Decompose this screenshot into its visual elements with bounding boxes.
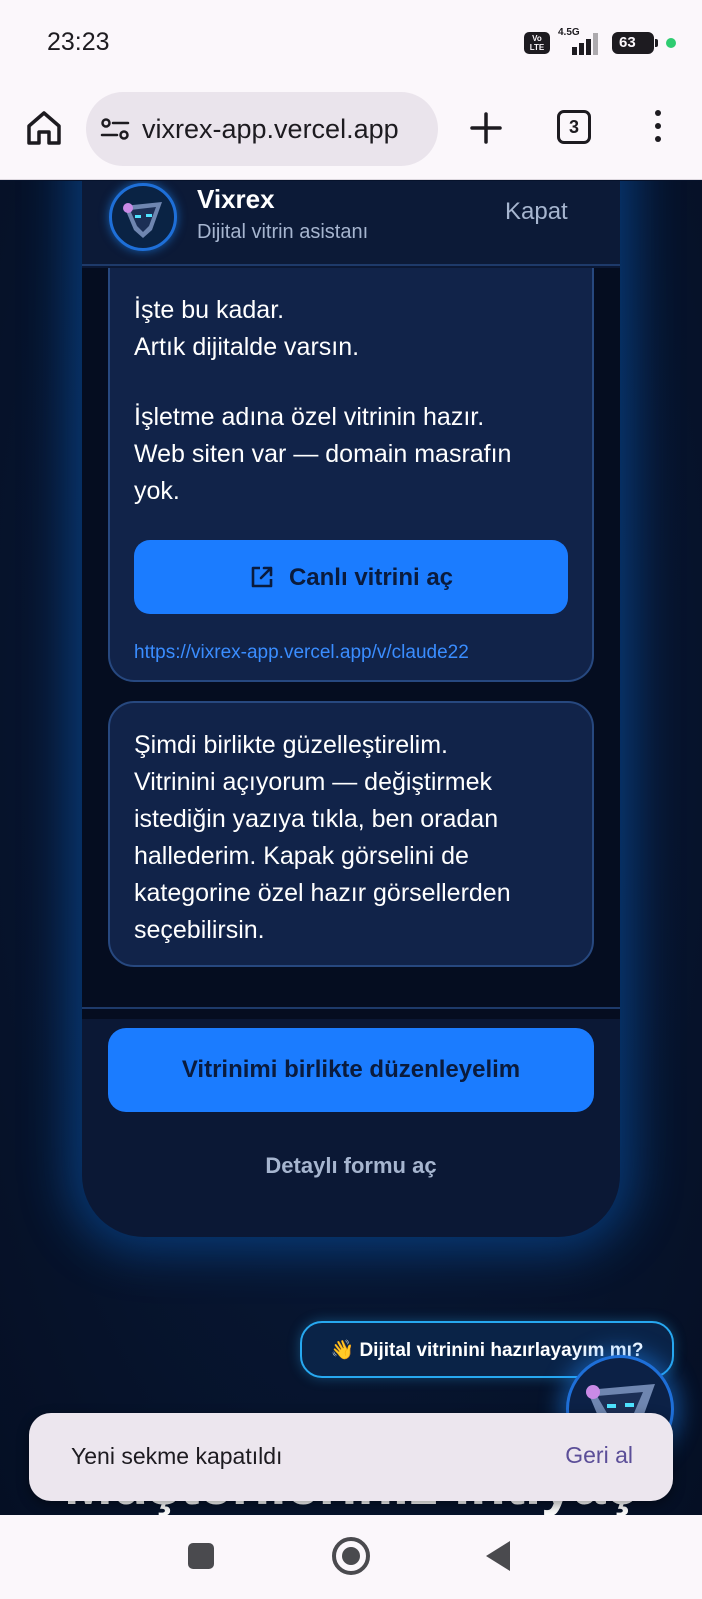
message-text: hallederim. Kapak görselini de xyxy=(134,842,469,870)
status-bar: 23:23 Vo LTE 4.5G 63 xyxy=(0,0,702,84)
close-button[interactable]: Kapat xyxy=(505,198,568,226)
message-text: istediğin yazıya tıkla, ben oradan xyxy=(134,805,499,833)
storefront-link[interactable]: https://vixrex-app.vercel.app/v/claude22 xyxy=(134,634,469,671)
status-indicators: Vo LTE 4.5G 63 xyxy=(524,27,676,58)
snackbar-message: Yeni sekme kapatıldı xyxy=(71,1443,283,1469)
message-text: yok. xyxy=(134,477,180,505)
message-text: Artık dijitalde varsın. xyxy=(134,333,360,361)
battery-icon: 63 xyxy=(612,32,658,54)
network-type: 4.5G xyxy=(558,27,580,38)
message-text: kategorine özel hazır görsellerden xyxy=(134,879,511,907)
open-detailed-form-link[interactable]: Detaylı formu aç xyxy=(82,1153,620,1179)
volte-icon: Vo LTE xyxy=(524,32,550,54)
bot-subtitle: Dijital vitrin asistanı xyxy=(197,221,369,243)
message-list: İşte bu kadar. Artık dijitalde varsın. İ… xyxy=(82,268,620,1019)
external-link-icon xyxy=(251,566,273,588)
web-content: Vixrex Dijital vitrin asistanı Kapat İşt… xyxy=(0,181,702,1515)
bot-avatar xyxy=(109,183,177,251)
divider xyxy=(82,1007,620,1009)
url-text[interactable]: vixrex-app.vercel.app xyxy=(142,114,399,145)
site-settings-icon[interactable] xyxy=(100,114,130,144)
signal-icon: 4.5G xyxy=(558,27,604,57)
browser-toolbar: vixrex-app.vercel.app 3 xyxy=(0,84,702,180)
snackbar: Yeni sekme kapatıldı Geri al xyxy=(29,1413,673,1501)
robot-icon xyxy=(123,202,162,238)
home-icon[interactable] xyxy=(24,108,64,148)
undo-button[interactable]: Geri al xyxy=(565,1442,633,1469)
chat-panel: Vixrex Dijital vitrin asistanı Kapat İşt… xyxy=(82,181,620,1237)
message-text: Vitrinini açıyorum — değiştirmek xyxy=(134,768,492,796)
more-menu-icon[interactable] xyxy=(644,106,672,150)
message-text: Web siten var — domain masrafın xyxy=(134,440,512,468)
chat-header: Vixrex Dijital vitrin asistanı Kapat xyxy=(82,181,620,266)
bot-name: Vixrex xyxy=(197,184,275,214)
open-live-storefront-button[interactable]: Canlı vitrini aç xyxy=(134,540,568,614)
message-text: İşletme adına özel vitrinin hazır. xyxy=(134,403,485,431)
recents-icon[interactable] xyxy=(188,1543,214,1569)
tab-switcher-button[interactable]: 3 xyxy=(557,110,591,144)
edit-together-button[interactable]: Vitrinimi birlikte düzenleyelim xyxy=(108,1028,594,1112)
home-button-icon[interactable] xyxy=(332,1537,370,1575)
bot-message: İşte bu kadar. Artık dijitalde varsın. İ… xyxy=(108,268,594,682)
battery-level: 63 xyxy=(619,34,636,51)
message-text: İşte bu kadar. xyxy=(134,296,285,324)
open-live-storefront-label: Canlı vitrini aç xyxy=(288,563,454,591)
url-bar[interactable]: vixrex-app.vercel.app xyxy=(86,92,438,166)
privacy-indicator-dot xyxy=(666,38,676,48)
message-text: Şimdi birlikte güzelleştirelim. xyxy=(134,731,448,759)
system-nav-bar xyxy=(0,1515,702,1599)
back-icon[interactable] xyxy=(486,1541,510,1571)
bot-message: Şimdi birlikte güzelleştirelim. Vitrinin… xyxy=(108,701,594,967)
message-text: seçebilirsin. xyxy=(134,916,265,944)
new-tab-icon[interactable] xyxy=(466,108,506,148)
status-time: 23:23 xyxy=(47,28,110,56)
